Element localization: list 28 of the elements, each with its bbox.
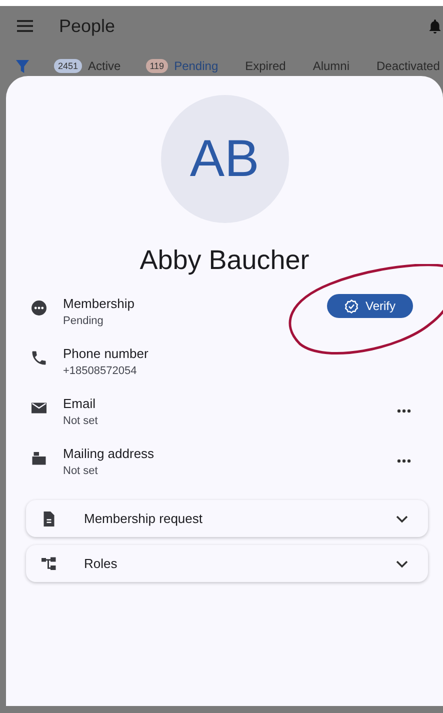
field-value: Not set <box>63 464 99 476</box>
field-value: Not set <box>63 414 99 426</box>
filter-tab[interactable]: 119 Pending <box>146 59 218 73</box>
person-name: Abby Baucher <box>140 245 310 276</box>
count-badge: 119 <box>146 59 168 73</box>
count-badge: 2451 <box>54 59 82 73</box>
field-label: Membership <box>63 296 136 310</box>
bell-icon[interactable] <box>429 19 441 34</box>
mailbox-icon <box>30 449 48 467</box>
filter-tab[interactable]: 2451 Active <box>54 59 121 73</box>
phone-icon <box>30 349 48 367</box>
filter-tab[interactable]: Alumni <box>312 59 350 73</box>
menu-icon[interactable] <box>17 20 33 32</box>
verify-button[interactable]: Verify <box>327 294 413 318</box>
field-value: Pending <box>63 314 104 326</box>
field-label: Mailing address <box>63 446 156 460</box>
field-value: +18508572054 <box>63 364 138 376</box>
filter-tab[interactable]: Expired <box>245 59 286 73</box>
field-label: Email <box>63 396 97 410</box>
more-circle-icon <box>30 299 48 317</box>
accordion-header[interactable]: Roles <box>26 545 428 582</box>
verified-badge-icon <box>344 298 360 314</box>
hierarchy-icon <box>40 554 58 572</box>
page-title: People <box>59 16 116 36</box>
filter-tab[interactable]: Deactivated <box>376 59 440 73</box>
field-label: Phone number <box>63 346 150 360</box>
avatar: AB <box>160 95 288 223</box>
accordion-header[interactable]: Membership request <box>26 500 428 537</box>
